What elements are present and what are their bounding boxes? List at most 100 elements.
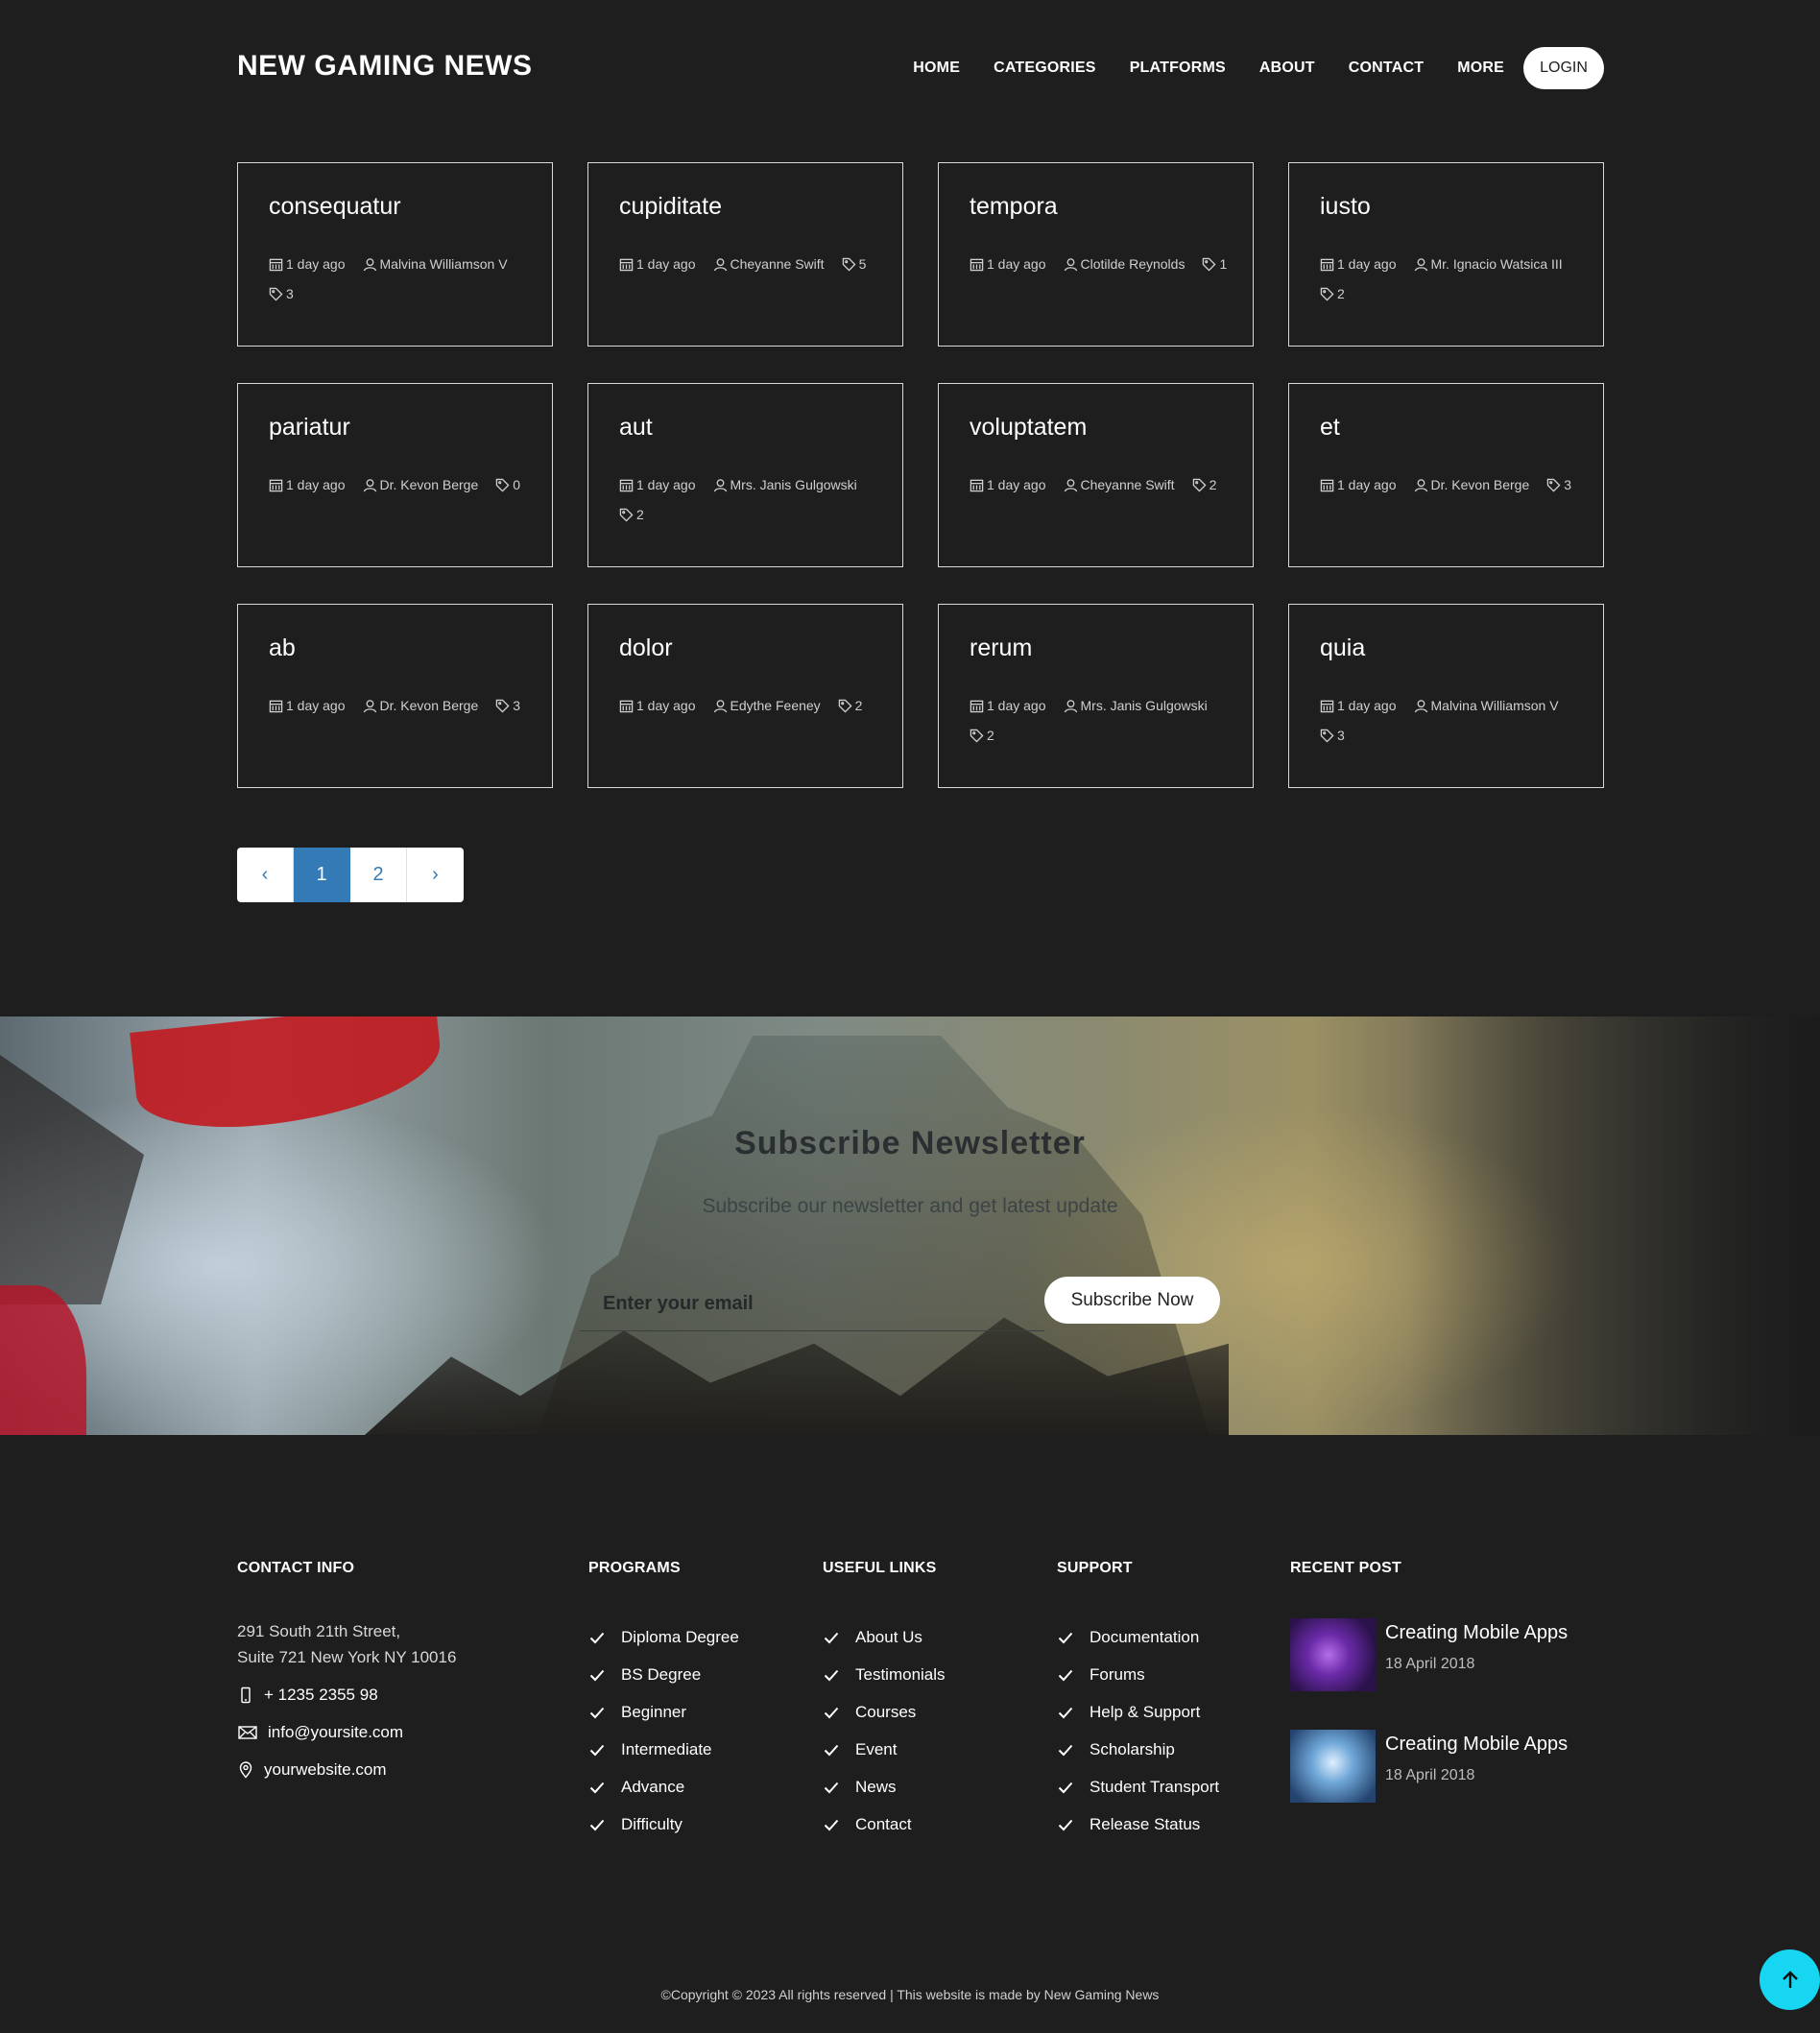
post-title[interactable]: et bbox=[1320, 414, 1603, 442]
post-author-text[interactable]: Malvina Williamson V bbox=[380, 250, 508, 279]
recent-post-thumbnail[interactable] bbox=[1290, 1730, 1376, 1803]
contact-email-text[interactable]: info@yoursite.com bbox=[268, 1723, 403, 1742]
footer-link-label[interactable]: BS Degree bbox=[621, 1665, 701, 1685]
footer-link[interactable]: Testimonials bbox=[823, 1656, 946, 1693]
footer-link-label[interactable]: Courses bbox=[855, 1703, 916, 1722]
post-author[interactable]: Malvina Williamson V bbox=[1414, 691, 1559, 721]
nav-home[interactable]: HOME bbox=[913, 60, 960, 77]
post-card[interactable]: dolor 1 day ago Edythe Feeney 2 bbox=[587, 604, 903, 788]
post-card[interactable]: rerum 1 day ago Mrs. Janis Gulgowski 2 bbox=[938, 604, 1254, 788]
footer-link[interactable]: Event bbox=[823, 1731, 946, 1768]
post-card[interactable]: aut 1 day ago Mrs. Janis Gulgowski 2 bbox=[587, 383, 903, 567]
post-author[interactable]: Dr. Kevon Berge bbox=[363, 691, 479, 721]
footer-link[interactable]: Scholarship bbox=[1057, 1731, 1219, 1768]
next-page-button[interactable]: › bbox=[407, 848, 464, 902]
post-card[interactable]: tempora 1 day ago Clotilde Reynolds 1 bbox=[938, 162, 1254, 347]
post-author-text[interactable]: Cheyanne Swift bbox=[730, 250, 825, 279]
post-author-text[interactable]: Dr. Kevon Berge bbox=[380, 470, 479, 500]
post-author[interactable]: Clotilde Reynolds bbox=[1064, 250, 1185, 279]
post-author-text[interactable]: Malvina Williamson V bbox=[1431, 691, 1559, 721]
footer-link[interactable]: Documentation bbox=[1057, 1618, 1219, 1656]
post-card[interactable]: cupiditate 1 day ago Cheyanne Swift 5 bbox=[587, 162, 903, 347]
post-title[interactable]: tempora bbox=[970, 193, 1253, 221]
nav-about[interactable]: ABOUT bbox=[1259, 60, 1315, 77]
brand-logo[interactable]: NEW GAMING NEWS bbox=[237, 50, 533, 83]
post-title[interactable]: dolor bbox=[619, 634, 902, 662]
post-title[interactable]: voluptatem bbox=[970, 414, 1253, 442]
nav-contact[interactable]: CONTACT bbox=[1349, 60, 1424, 77]
post-card[interactable]: iusto 1 day ago Mr. Ignacio Watsica III … bbox=[1288, 162, 1604, 347]
post-card[interactable]: voluptatem 1 day ago Cheyanne Swift 2 bbox=[938, 383, 1254, 567]
footer-link[interactable]: Courses bbox=[823, 1693, 946, 1731]
footer-link[interactable]: Contact bbox=[823, 1806, 946, 1843]
footer-link[interactable]: Advance bbox=[588, 1768, 739, 1806]
footer-link[interactable]: News bbox=[823, 1768, 946, 1806]
contact-phone-text[interactable]: + 1235 2355 98 bbox=[264, 1686, 378, 1705]
footer-link[interactable]: Forums bbox=[1057, 1656, 1219, 1693]
recent-post-title[interactable]: Creating Mobile Apps bbox=[1385, 1734, 1568, 1756]
nav-more[interactable]: MORE bbox=[1457, 60, 1504, 77]
page-2-button[interactable]: 2 bbox=[350, 848, 407, 902]
footer-link-label[interactable]: Beginner bbox=[621, 1703, 686, 1722]
footer-link-label[interactable]: News bbox=[855, 1778, 897, 1797]
post-title[interactable]: ab bbox=[269, 634, 552, 662]
post-author[interactable]: Dr. Kevon Berge bbox=[1414, 470, 1530, 500]
footer-link[interactable]: Beginner bbox=[588, 1693, 739, 1731]
post-author[interactable]: Dr. Kevon Berge bbox=[363, 470, 479, 500]
footer-link-label[interactable]: Difficulty bbox=[621, 1815, 682, 1834]
footer-link-label[interactable]: Release Status bbox=[1090, 1815, 1200, 1834]
post-author-text[interactable]: Mrs. Janis Gulgowski bbox=[1081, 691, 1208, 721]
post-author-text[interactable]: Dr. Kevon Berge bbox=[1431, 470, 1530, 500]
newsletter-email-input[interactable] bbox=[580, 1278, 1044, 1331]
footer-link-label[interactable]: Advance bbox=[621, 1778, 684, 1797]
post-author[interactable]: Mrs. Janis Gulgowski bbox=[713, 470, 857, 500]
post-author-text[interactable]: Clotilde Reynolds bbox=[1081, 250, 1185, 279]
post-author[interactable]: Malvina Williamson V bbox=[363, 250, 508, 279]
post-card[interactable]: consequatur 1 day ago Malvina Williamson… bbox=[237, 162, 553, 347]
footer-link[interactable]: Difficulty bbox=[588, 1806, 739, 1843]
footer-link[interactable]: About Us bbox=[823, 1618, 946, 1656]
recent-post-thumbnail[interactable] bbox=[1290, 1618, 1376, 1691]
recent-post-item[interactable]: Creating Mobile Apps 18 April 2018 bbox=[1290, 1730, 1568, 1803]
footer-link-label[interactable]: Scholarship bbox=[1090, 1740, 1175, 1759]
post-author[interactable]: Edythe Feeney bbox=[713, 691, 821, 721]
footer-link-label[interactable]: Student Transport bbox=[1090, 1778, 1219, 1797]
footer-link-label[interactable]: Documentation bbox=[1090, 1628, 1199, 1647]
post-card[interactable]: et 1 day ago Dr. Kevon Berge 3 bbox=[1288, 383, 1604, 567]
contact-website[interactable]: yourwebsite.com bbox=[237, 1757, 456, 1782]
scroll-to-top-button[interactable] bbox=[1760, 1949, 1820, 2010]
footer-link-label[interactable]: Contact bbox=[855, 1815, 912, 1834]
contact-phone[interactable]: + 1235 2355 98 bbox=[237, 1682, 456, 1708]
login-button[interactable]: LOGIN bbox=[1523, 47, 1604, 89]
footer-link[interactable]: Release Status bbox=[1057, 1806, 1219, 1843]
contact-website-text[interactable]: yourwebsite.com bbox=[264, 1760, 387, 1780]
footer-link-label[interactable]: Help & Support bbox=[1090, 1703, 1200, 1722]
post-title[interactable]: pariatur bbox=[269, 414, 552, 442]
footer-link-label[interactable]: Testimonials bbox=[855, 1665, 946, 1685]
footer-link[interactable]: Student Transport bbox=[1057, 1768, 1219, 1806]
subscribe-button[interactable]: Subscribe Now bbox=[1044, 1277, 1220, 1324]
post-author-text[interactable]: Dr. Kevon Berge bbox=[380, 691, 479, 721]
footer-link[interactable]: Diploma Degree bbox=[588, 1618, 739, 1656]
post-title[interactable]: iusto bbox=[1320, 193, 1603, 221]
page-1-button[interactable]: 1 bbox=[294, 848, 350, 902]
recent-post-title[interactable]: Creating Mobile Apps bbox=[1385, 1622, 1568, 1644]
post-title[interactable]: quia bbox=[1320, 634, 1603, 662]
post-author-text[interactable]: Mr. Ignacio Watsica III bbox=[1431, 250, 1563, 279]
contact-email[interactable]: info@yoursite.com bbox=[237, 1719, 456, 1745]
footer-link-label[interactable]: About Us bbox=[855, 1628, 922, 1647]
post-title[interactable]: consequatur bbox=[269, 193, 552, 221]
post-title[interactable]: cupiditate bbox=[619, 193, 902, 221]
post-author-text[interactable]: Mrs. Janis Gulgowski bbox=[730, 470, 857, 500]
footer-link-label[interactable]: Forums bbox=[1090, 1665, 1145, 1685]
footer-link-label[interactable]: Diploma Degree bbox=[621, 1628, 739, 1647]
recent-post-item[interactable]: Creating Mobile Apps 18 April 2018 bbox=[1290, 1618, 1568, 1691]
post-card[interactable]: ab 1 day ago Dr. Kevon Berge 3 bbox=[237, 604, 553, 788]
post-author[interactable]: Cheyanne Swift bbox=[713, 250, 825, 279]
prev-page-button[interactable]: ‹ bbox=[237, 848, 294, 902]
post-author[interactable]: Mr. Ignacio Watsica III bbox=[1414, 250, 1563, 279]
footer-link[interactable]: Intermediate bbox=[588, 1731, 739, 1768]
footer-link[interactable]: Help & Support bbox=[1057, 1693, 1219, 1731]
nav-platforms[interactable]: PLATFORMS bbox=[1130, 60, 1226, 77]
post-author[interactable]: Mrs. Janis Gulgowski bbox=[1064, 691, 1208, 721]
